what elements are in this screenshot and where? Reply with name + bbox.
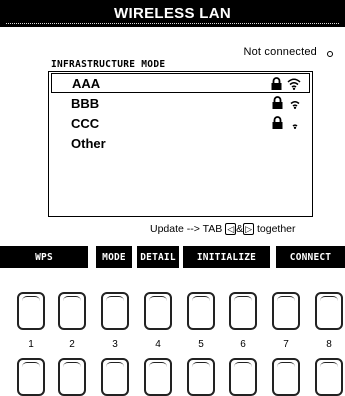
network-item-aaa[interactable]: AAA xyxy=(51,73,310,93)
network-name: AAA xyxy=(72,75,101,91)
mode-button[interactable]: MODE xyxy=(96,246,132,268)
hint-prefix: Update --> TAB xyxy=(150,223,223,235)
button-number: 7 xyxy=(283,339,289,350)
lock-icon xyxy=(272,96,283,109)
upper-button-8[interactable] xyxy=(315,292,343,330)
button-number: 4 xyxy=(155,339,161,350)
upper-button-6[interactable] xyxy=(229,292,257,330)
initialize-button[interactable]: INITIALIZE xyxy=(183,246,270,268)
lower-button-7[interactable] xyxy=(272,358,300,396)
softkey-bar: WPS MODE DETAIL INITIALIZE CONNECT xyxy=(0,241,345,268)
update-hint: Update --> TAB ◁ & ▷ together xyxy=(150,223,296,235)
button-number: 6 xyxy=(240,339,246,350)
lower-button-2[interactable] xyxy=(58,358,86,396)
upper-button-4[interactable] xyxy=(144,292,172,330)
lower-button-5[interactable] xyxy=(187,358,215,396)
tab-right-key: ▷ xyxy=(243,223,255,235)
detail-button[interactable]: DETAIL xyxy=(137,246,179,268)
wifi-signal-icon xyxy=(292,123,298,129)
wps-button[interactable]: WPS xyxy=(0,246,88,268)
display-screen: WIRELESS LAN Not connected INFRASTRUCTUR… xyxy=(0,0,345,268)
network-item-bbb[interactable]: BBB xyxy=(51,93,310,113)
hint-suffix: together xyxy=(256,223,296,235)
upper-button-5[interactable] xyxy=(187,292,215,330)
lock-icon xyxy=(272,116,283,129)
network-name: Other xyxy=(71,135,106,151)
lower-button-4[interactable] xyxy=(144,358,172,396)
status-dot-icon xyxy=(327,51,333,57)
button-number: 1 xyxy=(28,339,34,350)
network-list[interactable]: AAA BBB CCC Other xyxy=(48,71,313,217)
button-number: 3 xyxy=(112,339,118,350)
connection-status: Not connected xyxy=(243,46,317,58)
button-number: 8 xyxy=(326,339,332,350)
content-area: Not connected INFRASTRUCTURE MODE AAA BB… xyxy=(0,27,345,241)
lock-icon xyxy=(271,77,282,90)
upper-button-1[interactable] xyxy=(17,292,45,330)
network-name: CCC xyxy=(71,115,100,131)
button-number: 5 xyxy=(198,339,204,350)
network-item-other[interactable]: Other xyxy=(51,133,310,153)
connect-button[interactable]: CONNECT xyxy=(276,246,345,268)
button-number: 2 xyxy=(69,339,75,350)
upper-button-2[interactable] xyxy=(58,292,86,330)
lower-button-8[interactable] xyxy=(315,358,343,396)
title-bar: WIRELESS LAN xyxy=(0,0,345,27)
lower-button-6[interactable] xyxy=(229,358,257,396)
mode-label: INFRASTRUCTURE MODE xyxy=(51,59,166,70)
network-name: BBB xyxy=(71,95,100,111)
page-title: WIRELESS LAN xyxy=(114,5,231,22)
wifi-signal-icon xyxy=(287,78,301,90)
tab-left-key: ◁ xyxy=(225,223,237,235)
upper-button-3[interactable] xyxy=(101,292,129,330)
network-item-ccc[interactable]: CCC xyxy=(51,113,310,133)
title-divider xyxy=(6,23,339,24)
upper-button-7[interactable] xyxy=(272,292,300,330)
lower-button-3[interactable] xyxy=(101,358,129,396)
lower-button-1[interactable] xyxy=(17,358,45,396)
wifi-signal-icon xyxy=(290,100,300,109)
hint-amp: & xyxy=(236,223,244,235)
